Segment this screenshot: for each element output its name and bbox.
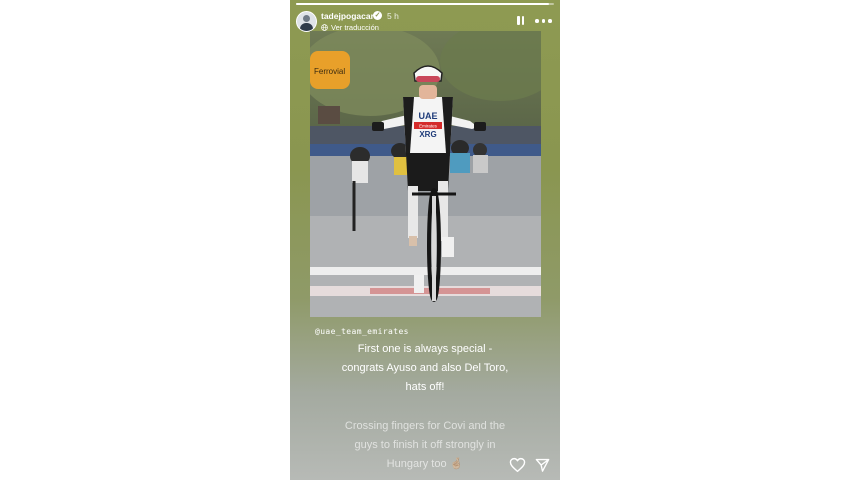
- jersey-emirates: Emirates: [419, 124, 438, 129]
- jersey-uae: UAE: [418, 111, 437, 121]
- caption-line: congrats Ayuso and also Del Toro,: [341, 362, 509, 374]
- post-time: 5 h: [387, 11, 399, 21]
- heart-icon[interactable]: [509, 457, 526, 473]
- profile-avatar[interactable]: [296, 11, 317, 32]
- verified-badge-icon: ✓: [373, 11, 382, 20]
- username[interactable]: tadejpogacar: [321, 11, 374, 21]
- more-options-icon[interactable]: [535, 19, 552, 23]
- avatar-head: [303, 15, 310, 22]
- mention-tag[interactable]: @uae_team_emirates: [315, 327, 409, 336]
- send-icon[interactable]: [535, 457, 550, 473]
- caption-line: First one is always special -: [357, 343, 493, 355]
- pause-icon[interactable]: [516, 15, 525, 26]
- story-progress-fill: [296, 3, 549, 5]
- caption-line: hats off!: [405, 381, 445, 393]
- story-photo: Ferrovial UAE Emirates XRG: [310, 31, 541, 317]
- jersey-xrg: XRG: [419, 130, 436, 139]
- caption-block-1: First one is always special - congrats A…: [290, 340, 560, 397]
- story-progress-bar: [296, 3, 554, 5]
- story-viewer: tadejpogacar ✓ 5 h Ver traducción Ferrov…: [290, 0, 560, 480]
- caption-line: Crossing fingers for Covi and the: [344, 420, 506, 432]
- globe-icon: [321, 24, 328, 31]
- sign-text: Ferrovial: [314, 67, 345, 76]
- caption-line: guys to finish it off strongly in: [354, 439, 496, 451]
